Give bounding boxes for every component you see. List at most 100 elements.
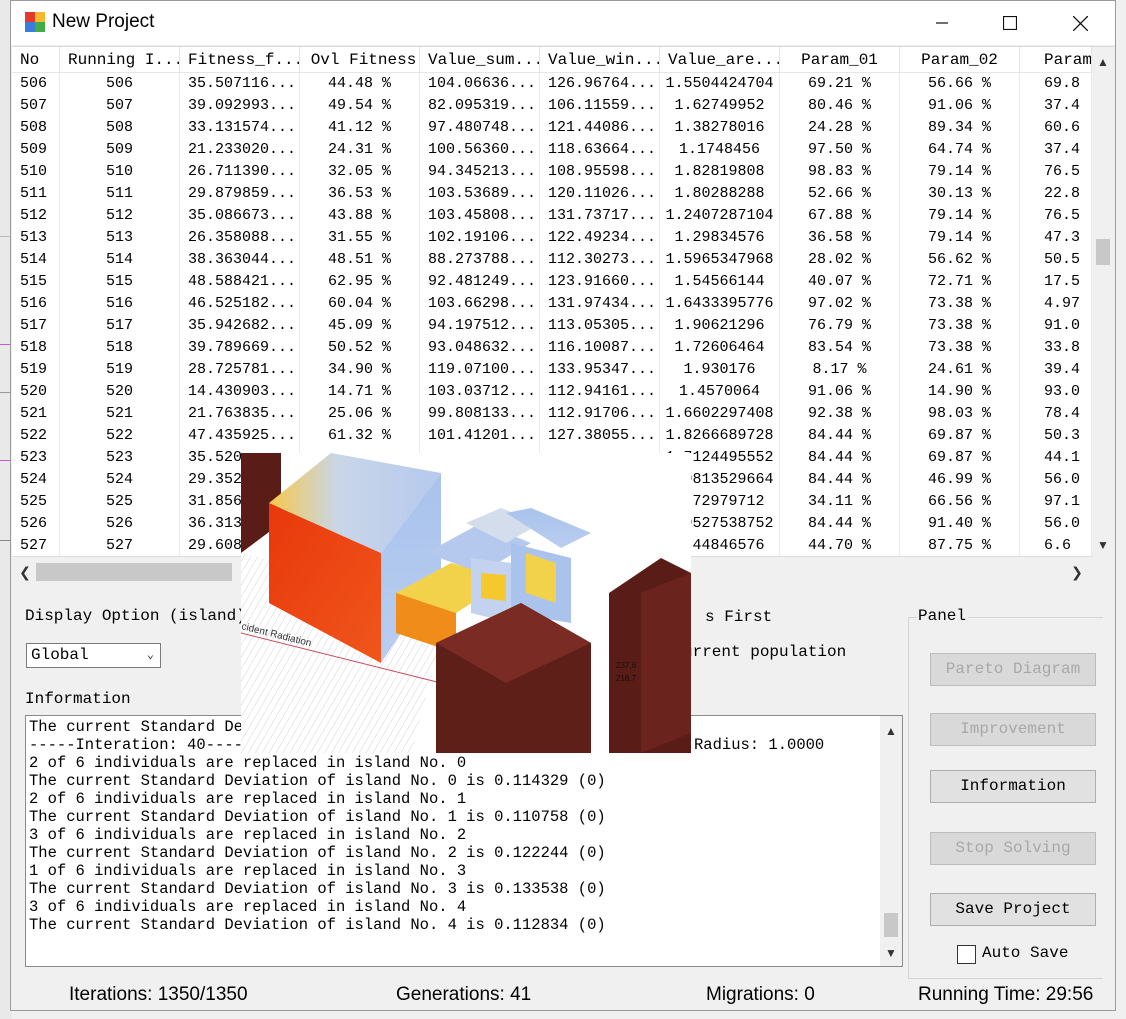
scroll-right-icon[interactable]: ❯ [1066,561,1088,583]
information-button[interactable]: Information [930,770,1096,803]
table-cell[interactable]: 131.97434... [540,293,660,315]
table-cell[interactable]: 513 [60,227,180,249]
table-row[interactable]: 521 521 21.763835... 25.06 % 99.808133... 112… [12,403,1092,425]
stop-solving-button[interactable]: Stop Solving [930,832,1096,865]
table-cell[interactable]: 52.66 % [780,183,900,205]
table-row[interactable]: 522 522 47.435925... 61.32 % 101.41201... 127… [12,425,1092,447]
auto-save-checkbox[interactable] [957,945,976,964]
table-cell[interactable]: 510 [60,161,180,183]
table-cell[interactable]: 126.96764... [540,73,660,95]
table-cell[interactable]: 72.71 % [900,271,1020,293]
improvement-button[interactable]: Improvement [930,713,1096,746]
table-cell[interactable]: 513 [12,227,60,249]
table-cell[interactable]: 103.53689... [420,183,540,205]
table-cell[interactable]: 507 [60,95,180,117]
table-cell[interactable]: 66.56 % [900,491,1020,513]
table-cell[interactable]: 507 [12,95,60,117]
table-cell[interactable]: 127.38055... [540,425,660,447]
table-cell[interactable]: 46.99 % [900,469,1020,491]
table-cell[interactable]: 94.345213... [420,161,540,183]
table-cell[interactable]: 28.02 % [780,249,900,271]
table-cell[interactable]: 517 [60,315,180,337]
table-cell[interactable]: 514 [12,249,60,271]
table-cell[interactable]: 69.8 [1020,73,1092,95]
column-header[interactable]: Value_win... [540,47,660,73]
table-cell[interactable]: 82.095319... [420,95,540,117]
table-cell[interactable]: 508 [12,117,60,139]
table-cell[interactable]: 92.481249... [420,271,540,293]
table-cell[interactable]: 104.06636... [420,73,540,95]
table-cell[interactable]: 1.38278016 [660,117,780,139]
table-cell[interactable]: 84.44 % [780,469,900,491]
table-cell[interactable]: 97.480748... [420,117,540,139]
table-cell[interactable]: 511 [60,183,180,205]
table-cell[interactable]: 506 [12,73,60,95]
table-row[interactable]: 515 515 48.588421... 62.95 % 92.481249... 123… [12,271,1092,293]
table-cell[interactable]: 516 [60,293,180,315]
table-row[interactable]: 518 518 39.789669... 50.52 % 93.048632... 116… [12,337,1092,359]
table-cell[interactable]: 524 [60,469,180,491]
table-cell[interactable]: 92.38 % [780,403,900,425]
table-cell[interactable]: 509 [12,139,60,161]
table-cell[interactable]: 99.808133... [420,403,540,425]
table-cell[interactable]: 526 [60,513,180,535]
table-cell[interactable]: 524 [12,469,60,491]
table-cell[interactable]: 37.4 [1020,95,1092,117]
table-cell[interactable]: 14.71 % [300,381,420,403]
table-row[interactable]: 510 510 26.711390... 32.05 % 94.345213... 108… [12,161,1092,183]
table-cell[interactable]: 1.5504424704 [660,73,780,95]
table-cell[interactable]: 521 [12,403,60,425]
table-cell[interactable]: 69.87 % [900,425,1020,447]
table-cell[interactable]: 34.90 % [300,359,420,381]
table-cell[interactable]: 89.34 % [900,117,1020,139]
table-cell[interactable]: 8.17 % [780,359,900,381]
table-cell[interactable]: 47.435925... [180,425,300,447]
table-cell[interactable]: 506 [60,73,180,95]
table-cell[interactable]: 521 [60,403,180,425]
scroll-left-icon[interactable]: ❮ [14,561,36,583]
table-cell[interactable]: 61.32 % [300,425,420,447]
table-cell[interactable]: 1.62749952 [660,95,780,117]
table-cell[interactable]: 80.46 % [780,95,900,117]
table-cell[interactable]: 62.95 % [300,271,420,293]
table-row[interactable]: 511 511 29.879859... 36.53 % 103.53689... 120… [12,183,1092,205]
table-cell[interactable]: 50.5 [1020,249,1092,271]
table-cell[interactable]: 1.90621296 [660,315,780,337]
save-project-button[interactable]: Save Project [930,893,1096,926]
table-cell[interactable]: 73.38 % [900,315,1020,337]
table-row[interactable]: 516 516 46.525182... 60.04 % 103.66298... 131… [12,293,1092,315]
table-cell[interactable]: 56.66 % [900,73,1020,95]
display-option-select[interactable]: Global ⌄ [26,643,161,668]
table-cell[interactable]: 33.131574... [180,117,300,139]
table-row[interactable]: 517 517 35.942682... 45.09 % 94.197512... 113… [12,315,1092,337]
table-cell[interactable]: 512 [60,205,180,227]
table-cell[interactable]: 119.07100... [420,359,540,381]
table-row[interactable]: 507 507 39.092993... 49.54 % 82.095319... 106… [12,95,1092,117]
column-header[interactable]: Running I... [60,47,180,73]
table-cell[interactable]: 122.49234... [540,227,660,249]
column-header[interactable]: Param [1020,47,1092,73]
table-cell[interactable]: 108.95598... [540,161,660,183]
table-cell[interactable]: 31.55 % [300,227,420,249]
table-cell[interactable]: 76.5 [1020,205,1092,227]
table-cell[interactable]: 523 [60,447,180,469]
table-cell[interactable]: 79.14 % [900,227,1020,249]
auto-save-label[interactable]: Auto Save [982,944,1068,962]
column-header[interactable]: Value_are... [660,47,780,73]
table-row[interactable]: 520 520 14.430903... 14.71 % 103.03712... 112… [12,381,1092,403]
table-cell[interactable]: 97.1 [1020,491,1092,513]
table-cell[interactable]: 98.83 % [780,161,900,183]
table-cell[interactable]: 514 [60,249,180,271]
table-cell[interactable]: 508 [60,117,180,139]
table-cell[interactable]: 1.72606464 [660,337,780,359]
table-cell[interactable]: 1.6433395776 [660,293,780,315]
table-cell[interactable]: 91.06 % [780,381,900,403]
column-header[interactable]: Param_01 [780,47,900,73]
table-cell[interactable]: 39.4 [1020,359,1092,381]
table-cell[interactable]: 131.73717... [540,205,660,227]
table-cell[interactable]: 39.789669... [180,337,300,359]
table-cell[interactable]: 1.4570064 [660,381,780,403]
table-cell[interactable]: 1.930176 [660,359,780,381]
table-cell[interactable]: 1.54566144 [660,271,780,293]
column-header[interactable]: Fitness_f... [180,47,300,73]
